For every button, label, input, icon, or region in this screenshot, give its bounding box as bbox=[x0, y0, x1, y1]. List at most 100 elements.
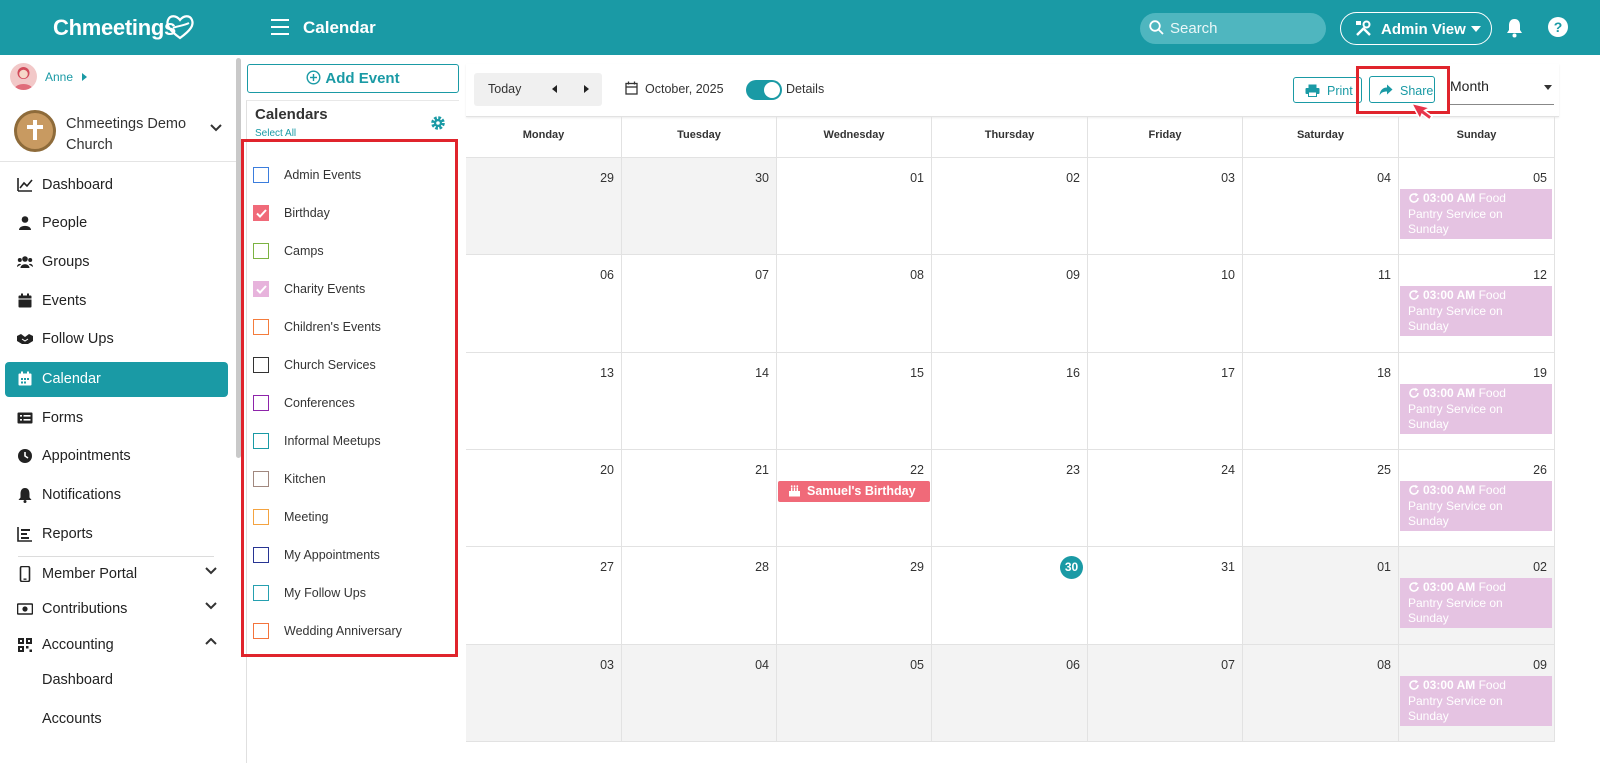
event-food-pantry[interactable]: 03:00 AM Food Pantry Service on Sunday bbox=[1400, 189, 1552, 239]
sidebar-item-contributions[interactable]: Contributions bbox=[5, 592, 228, 627]
day-cell[interactable]: 22 Samuel's Birthday bbox=[777, 450, 932, 547]
sidebar-item-groups[interactable]: Groups bbox=[5, 245, 228, 280]
day-cell[interactable]: 07 bbox=[622, 255, 777, 353]
admin-view-dropdown[interactable]: Admin View bbox=[1340, 12, 1492, 45]
notifications-bell-icon[interactable] bbox=[1506, 18, 1523, 38]
checkbox[interactable] bbox=[253, 471, 269, 487]
help-icon[interactable]: ? bbox=[1548, 17, 1568, 37]
checkbox[interactable] bbox=[253, 319, 269, 335]
sidebar-item-label: Calendar bbox=[42, 371, 101, 387]
day-cell[interactable]: 05 bbox=[777, 645, 932, 742]
checkbox[interactable] bbox=[253, 509, 269, 525]
sidebar-item-member-portal[interactable]: Member Portal bbox=[5, 557, 228, 592]
next-arrow-icon[interactable] bbox=[584, 85, 589, 93]
day-cell[interactable]: 06 bbox=[466, 255, 622, 353]
today-button[interactable]: Today bbox=[488, 82, 521, 96]
caret-down-icon bbox=[1471, 26, 1481, 32]
prev-arrow-icon[interactable] bbox=[552, 85, 557, 93]
sidebar-item-dashboard[interactable]: Dashboard bbox=[5, 168, 228, 203]
day-cell[interactable]: 17 bbox=[1088, 353, 1243, 450]
day-cell[interactable]: 06 bbox=[932, 645, 1088, 742]
sidebar-item-events[interactable]: Events bbox=[5, 284, 228, 319]
day-cell[interactable]: 11 bbox=[1243, 255, 1399, 353]
day-cell[interactable]: 14 bbox=[622, 353, 777, 450]
day-cell[interactable]: 27 bbox=[466, 547, 622, 645]
day-cell[interactable]: 05 03:00 AM Food Pantry Service on Sunday bbox=[1399, 158, 1555, 255]
menu-icon[interactable] bbox=[271, 19, 289, 35]
calendar-filter-label: Wedding Anniversary bbox=[284, 624, 402, 638]
day-cell[interactable]: 30 bbox=[932, 547, 1088, 645]
day-cell[interactable]: 09 bbox=[932, 255, 1088, 353]
day-cell[interactable]: 30 bbox=[622, 158, 777, 255]
sidebar-item-follow-ups[interactable]: Follow Ups bbox=[5, 322, 228, 357]
checkbox-checked[interactable] bbox=[253, 281, 269, 297]
sidebar-subitem-accounting-accounts[interactable]: Accounts bbox=[5, 702, 228, 737]
weekday-header: Sunday bbox=[1399, 117, 1555, 158]
day-cell[interactable]: 21 bbox=[622, 450, 777, 547]
day-cell[interactable]: 08 bbox=[777, 255, 932, 353]
church-selector[interactable]: Chmeetings Demo Church bbox=[14, 110, 234, 162]
sidebar-item-people[interactable]: People bbox=[5, 206, 228, 241]
day-cell[interactable]: 25 bbox=[1243, 450, 1399, 547]
day-cell[interactable]: 10 bbox=[1088, 255, 1243, 353]
sidebar-subitem-accounting-dashboard[interactable]: Dashboard bbox=[5, 663, 228, 698]
event-food-pantry[interactable]: 03:00 AM Food Pantry Service on Sunday bbox=[1400, 384, 1552, 434]
day-cell[interactable]: 02 bbox=[932, 158, 1088, 255]
day-cell[interactable]: 18 bbox=[1243, 353, 1399, 450]
sidebar-item-forms[interactable]: Forms bbox=[5, 401, 228, 436]
view-select[interactable]: Month bbox=[1450, 74, 1554, 105]
day-cell[interactable]: 09 03:00 AM Food Pantry Service on Sunday bbox=[1399, 645, 1555, 742]
day-cell[interactable]: 04 bbox=[1243, 158, 1399, 255]
day-cell[interactable]: 16 bbox=[932, 353, 1088, 450]
gear-icon[interactable] bbox=[430, 115, 446, 131]
day-cell[interactable]: 13 bbox=[466, 353, 622, 450]
checkbox[interactable] bbox=[253, 395, 269, 411]
checkbox[interactable] bbox=[253, 357, 269, 373]
event-food-pantry[interactable]: 03:00 AM Food Pantry Service on Sunday bbox=[1400, 481, 1552, 531]
event-food-pantry[interactable]: 03:00 AM Food Pantry Service on Sunday bbox=[1400, 578, 1552, 628]
day-cell[interactable]: 08 bbox=[1243, 645, 1399, 742]
sidebar-item-accounting[interactable]: Accounting bbox=[5, 628, 228, 663]
sidebar-item-reports[interactable]: Reports bbox=[5, 517, 228, 552]
print-button[interactable]: Print bbox=[1293, 77, 1362, 103]
add-event-button[interactable]: Add Event bbox=[247, 64, 459, 93]
day-cell[interactable]: 20 bbox=[466, 450, 622, 547]
day-cell[interactable]: 04 bbox=[622, 645, 777, 742]
sidebar-item-calendar[interactable]: Calendar bbox=[5, 362, 228, 397]
checkbox[interactable] bbox=[253, 623, 269, 639]
day-cell[interactable]: 23 bbox=[932, 450, 1088, 547]
day-cell[interactable]: 07 bbox=[1088, 645, 1243, 742]
sidebar-item-appointments[interactable]: Appointments bbox=[5, 439, 228, 474]
event-birthday[interactable]: Samuel's Birthday bbox=[778, 481, 930, 502]
checkbox[interactable] bbox=[253, 585, 269, 601]
day-cell[interactable]: 24 bbox=[1088, 450, 1243, 547]
event-food-pantry[interactable]: 03:00 AM Food Pantry Service on Sunday bbox=[1400, 676, 1552, 726]
select-all-link[interactable]: Select All bbox=[255, 128, 296, 139]
day-cell[interactable]: 28 bbox=[622, 547, 777, 645]
day-cell[interactable]: 03 bbox=[466, 645, 622, 742]
event-title: Sunday bbox=[1408, 222, 1449, 236]
brand-logo-text[interactable]: Chmeetings bbox=[53, 15, 176, 41]
day-cell[interactable]: 03 bbox=[1088, 158, 1243, 255]
day-cell[interactable]: 15 bbox=[777, 353, 932, 450]
date-number: 13 bbox=[600, 366, 614, 380]
day-cell[interactable]: 01 bbox=[1243, 547, 1399, 645]
details-toggle[interactable] bbox=[746, 80, 782, 100]
search-input[interactable]: Search bbox=[1140, 13, 1326, 44]
day-cell[interactable]: 02 03:00 AM Food Pantry Service on Sunday bbox=[1399, 547, 1555, 645]
checkbox-checked[interactable] bbox=[253, 205, 269, 221]
sidebar-item-notifications[interactable]: Notifications bbox=[5, 478, 228, 513]
checkbox[interactable] bbox=[253, 243, 269, 259]
checkbox[interactable] bbox=[253, 547, 269, 563]
day-cell[interactable]: 12 03:00 AM Food Pantry Service on Sunday bbox=[1399, 255, 1555, 353]
day-cell[interactable]: 29 bbox=[466, 158, 622, 255]
checkbox[interactable] bbox=[253, 433, 269, 449]
today-date-number: 30 bbox=[1060, 556, 1083, 579]
day-cell[interactable]: 19 03:00 AM Food Pantry Service on Sunday bbox=[1399, 353, 1555, 450]
event-food-pantry[interactable]: 03:00 AM Food Pantry Service on Sunday bbox=[1400, 286, 1552, 336]
day-cell[interactable]: 31 bbox=[1088, 547, 1243, 645]
day-cell[interactable]: 29 bbox=[777, 547, 932, 645]
day-cell[interactable]: 26 03:00 AM Food Pantry Service on Sunday bbox=[1399, 450, 1555, 547]
checkbox[interactable] bbox=[253, 167, 269, 183]
day-cell[interactable]: 01 bbox=[777, 158, 932, 255]
